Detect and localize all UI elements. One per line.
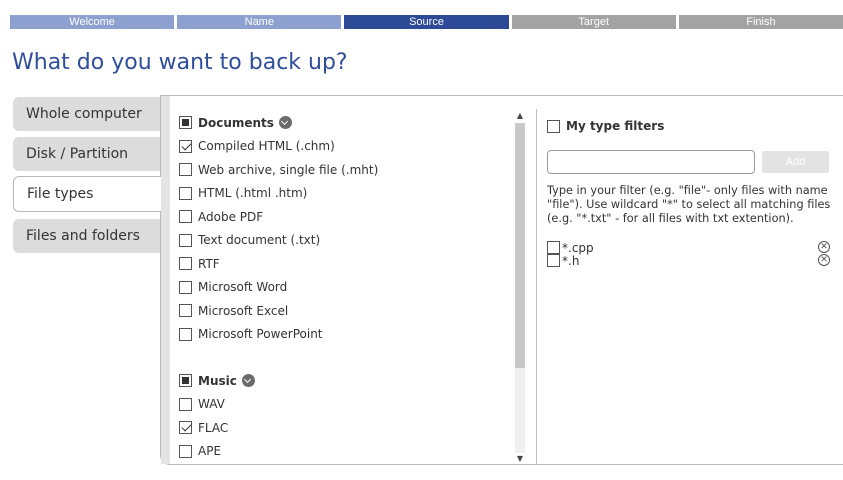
chevron-down-icon[interactable] — [278, 116, 292, 130]
sidebar-item-file-types[interactable]: File types — [13, 176, 161, 212]
checkbox[interactable] — [179, 421, 192, 435]
panel-divider — [536, 109, 537, 464]
checkbox[interactable] — [179, 280, 192, 294]
checkbox[interactable] — [179, 304, 192, 318]
list-item-label: Web archive, single file (.mht) — [198, 162, 379, 177]
checkbox[interactable] — [179, 139, 192, 153]
file-types-panel: Documents Compiled HTML (.chm) Web archi… — [160, 95, 843, 465]
add-filter-button[interactable]: Add — [762, 151, 829, 173]
group-music-checkbox[interactable] — [179, 374, 192, 388]
list-item[interactable]: APE — [179, 440, 509, 464]
group-documents[interactable]: Documents — [179, 111, 509, 135]
checkbox[interactable] — [179, 444, 192, 458]
list-item[interactable]: Web archive, single file (.mht) — [179, 158, 509, 182]
group-documents-checkbox[interactable] — [179, 116, 192, 130]
step-source: Source — [344, 15, 509, 29]
filter-item[interactable]: *.h ✕ — [547, 253, 832, 268]
step-welcome: Welcome — [10, 15, 175, 29]
checkbox[interactable] — [179, 163, 192, 177]
group-music[interactable]: Music — [179, 369, 509, 393]
filter-list: *.cpp ✕ *.h ✕ — [547, 240, 832, 268]
sidebar-item-disk-partition[interactable]: Disk / Partition — [13, 137, 161, 171]
list-item-label: Microsoft PowerPoint — [198, 327, 323, 342]
filter-input-row: Add — [547, 150, 832, 174]
list-item[interactable]: Adobe PDF — [179, 205, 509, 229]
sidebar-item-label: File types — [27, 186, 94, 202]
list-item-label: Microsoft Excel — [198, 303, 289, 318]
list-item[interactable]: RTF — [179, 252, 509, 276]
list-item[interactable]: WAV — [179, 393, 509, 417]
list-item-label: Microsoft Word — [198, 280, 288, 295]
remove-icon[interactable]: ✕ — [818, 254, 830, 266]
list-scrollbar[interactable]: ▲ ▼ — [514, 109, 526, 464]
list-item[interactable]: Microsoft Word — [179, 276, 509, 300]
list-item-label: Adobe PDF — [198, 209, 264, 224]
chevron-down-icon[interactable] — [241, 374, 255, 388]
checkbox[interactable] — [179, 210, 192, 224]
checkbox[interactable] — [179, 233, 192, 247]
step-target: Target — [511, 15, 676, 29]
step-name: Name — [177, 15, 342, 29]
group-music-label: Music — [198, 373, 237, 388]
list-item[interactable]: Compiled HTML (.chm) — [179, 135, 509, 159]
my-type-filters-checkbox[interactable] — [547, 119, 560, 133]
list-item[interactable]: Microsoft Excel — [179, 299, 509, 323]
checkbox[interactable] — [179, 397, 192, 411]
step-finish: Finish — [678, 15, 843, 29]
list-item[interactable]: HTML (.html .htm) — [179, 182, 509, 206]
list-item-label: FLAC — [198, 420, 229, 435]
sidebar-item-label: Files and folders — [26, 228, 140, 244]
sidebar-item-label: Disk / Partition — [26, 146, 129, 162]
page-title: What do you want to back up? — [12, 50, 348, 75]
list-item[interactable]: Microsoft PowerPoint — [179, 323, 509, 347]
list-item-label: HTML (.html .htm) — [198, 186, 308, 201]
filter-input[interactable] — [547, 150, 755, 174]
list-item[interactable]: FLAC — [179, 416, 509, 440]
checkbox[interactable] — [179, 327, 192, 341]
scroll-down-icon[interactable]: ▼ — [514, 452, 526, 464]
checkbox[interactable] — [179, 186, 192, 200]
checkbox[interactable] — [179, 257, 192, 271]
filter-item-label: *.h — [562, 253, 580, 268]
list-item[interactable]: Text document (.txt) — [179, 229, 509, 253]
sidebar-item-whole-computer[interactable]: Whole computer — [13, 97, 161, 131]
list-item-label: APE — [198, 444, 222, 459]
checkbox[interactable] — [547, 254, 560, 267]
type-filters-section: My type filters Add Type in your filter … — [547, 116, 832, 268]
filter-item[interactable]: *.cpp ✕ — [547, 240, 832, 255]
list-item-label: Text document (.txt) — [198, 233, 321, 248]
my-type-filters-toggle[interactable]: My type filters — [547, 116, 832, 136]
file-type-list: Documents Compiled HTML (.chm) Web archi… — [179, 111, 509, 463]
checkbox[interactable] — [547, 241, 560, 254]
filter-help-text: Type in your filter (e.g. "file"- only f… — [547, 184, 831, 225]
sidebar-item-label: Whole computer — [26, 106, 142, 122]
list-item-label: WAV — [198, 397, 225, 412]
list-item-label: RTF — [198, 256, 220, 271]
group-documents-label: Documents — [198, 115, 274, 130]
scroll-up-icon[interactable]: ▲ — [514, 109, 526, 121]
remove-icon[interactable]: ✕ — [818, 241, 830, 253]
list-item-label: Compiled HTML (.chm) — [198, 139, 335, 154]
scrollbar-thumb[interactable] — [515, 123, 525, 368]
wizard-steps: Welcome Name Source Target Finish — [10, 15, 843, 29]
my-type-filters-label: My type filters — [566, 119, 665, 133]
filter-item-label: *.cpp — [562, 240, 594, 255]
sidebar-item-files-and-folders[interactable]: Files and folders — [13, 219, 161, 253]
